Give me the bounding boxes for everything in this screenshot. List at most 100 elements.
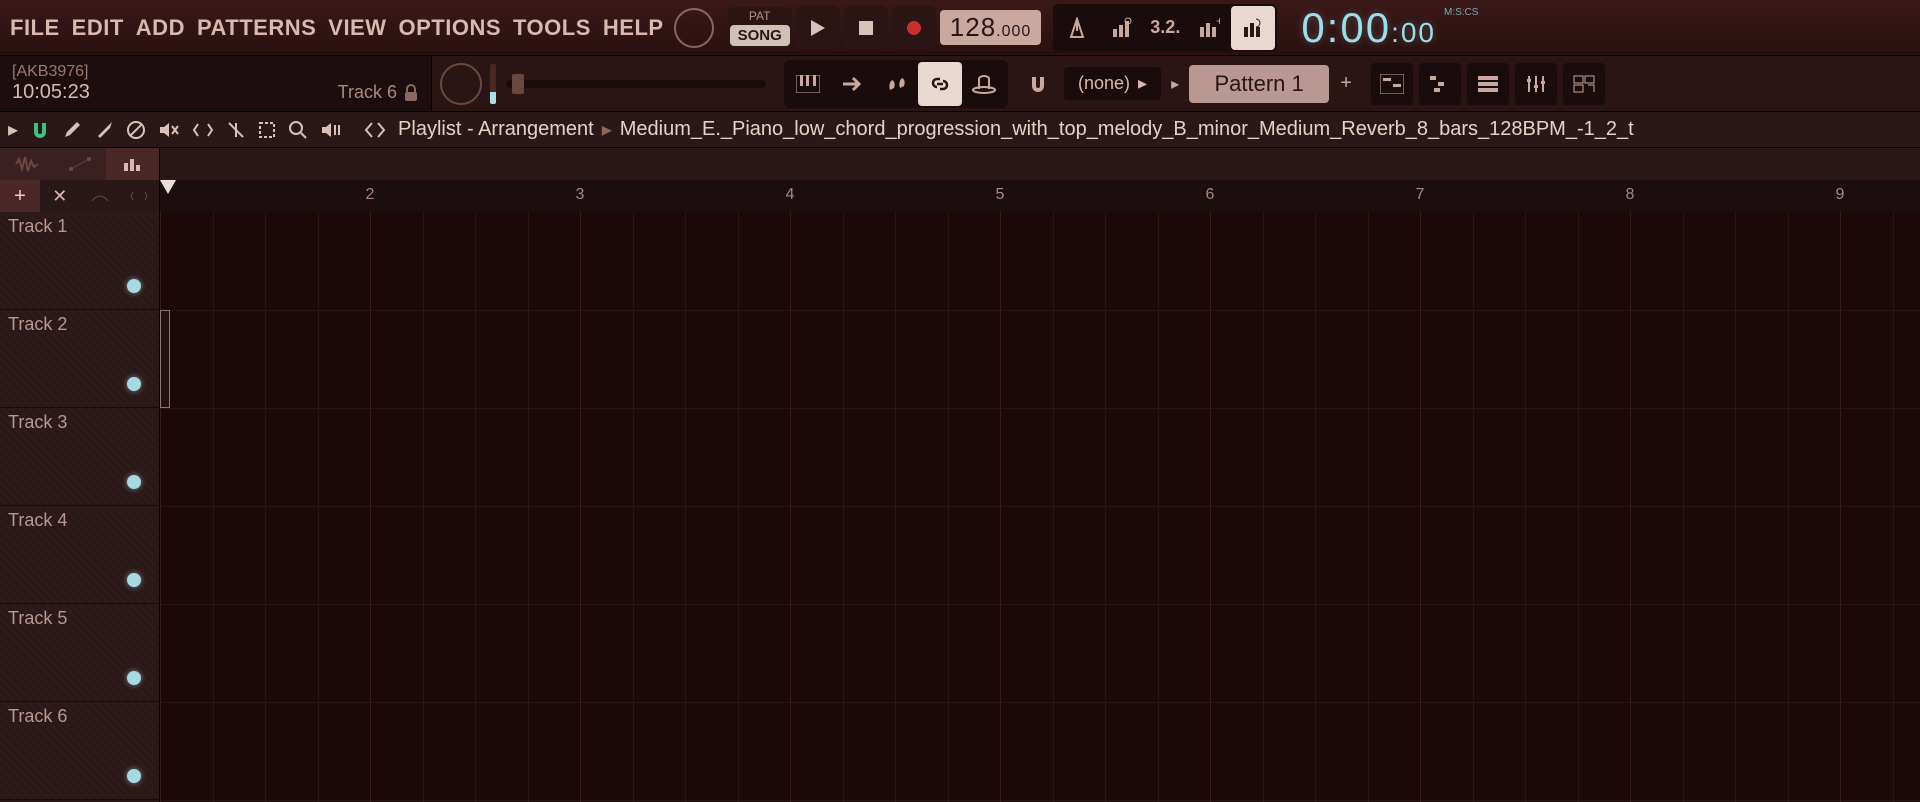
magnet-tool[interactable] — [30, 120, 50, 140]
ruler-number: 2 — [366, 186, 375, 204]
menu-file[interactable]: FILE — [10, 15, 60, 41]
menu-options[interactable]: OPTIONS — [399, 15, 502, 41]
track-header[interactable]: Track 4 — [0, 506, 159, 604]
metronome-icon — [1066, 17, 1088, 39]
footstep-icon — [886, 74, 906, 94]
track-name: Track 1 — [8, 216, 151, 237]
timeline-ruler[interactable]: 23456789 — [160, 148, 1920, 212]
tempo-int: 128 — [950, 12, 996, 42]
playlist-window-button[interactable] — [1371, 63, 1413, 105]
track-headers: Track 1 Track 2 Track 3Track 4Track 5Track… — [0, 212, 160, 802]
breadcrumb-separator-icon: ▸ — [602, 117, 612, 142]
pattern-prev-button[interactable]: ▸ — [1171, 74, 1179, 94]
pattern-selector[interactable]: Pattern 1 — [1189, 65, 1329, 103]
menu-patterns[interactable]: PATTERNS — [197, 15, 316, 41]
ruler-number: 5 — [996, 186, 1005, 204]
preview-tool[interactable] — [364, 120, 386, 140]
link-button[interactable] — [918, 62, 962, 106]
menu-tools[interactable]: TOOLS — [513, 15, 591, 41]
transport-options: 3.2. + — [1053, 4, 1277, 52]
record-button[interactable] — [892, 6, 936, 50]
song-position-display[interactable]: 0:00:00 — [1301, 4, 1436, 52]
mixer-window-button[interactable] — [1515, 63, 1557, 105]
slip-tool[interactable] — [192, 122, 214, 138]
link-icon — [929, 73, 951, 95]
main-pitch-knob[interactable] — [674, 8, 714, 48]
overdub-button[interactable]: 3.2. — [1143, 6, 1187, 50]
step-edit-button[interactable] — [1231, 6, 1275, 50]
main-volume-knob[interactable] — [440, 63, 482, 105]
main-slider[interactable] — [506, 80, 766, 88]
piano-roll-window-button[interactable] — [1419, 63, 1461, 105]
fade-tool[interactable] — [80, 180, 120, 212]
slice-tool[interactable] — [226, 120, 246, 140]
track-header[interactable]: Track 1 — [0, 212, 159, 310]
slice-icon — [226, 120, 246, 140]
track-enable-dot[interactable] — [127, 671, 141, 685]
midi-out-button[interactable] — [830, 62, 874, 106]
track-header[interactable]: Track 5 — [0, 604, 159, 702]
channel-rack-window-button[interactable] — [1467, 63, 1509, 105]
main-menu: FILE EDIT ADD PATTERNS VIEW OPTIONS TOOL… — [10, 15, 664, 41]
slip-icon — [192, 122, 214, 138]
stop-button[interactable] — [844, 6, 888, 50]
tab-audio[interactable] — [0, 148, 53, 180]
playhead-marker[interactable] — [160, 180, 176, 194]
loop-record-button[interactable]: + — [1187, 6, 1231, 50]
midi-options — [784, 60, 1008, 108]
playback-tool[interactable] — [320, 120, 342, 140]
track-enable-dot[interactable] — [127, 377, 141, 391]
step-input-button[interactable] — [874, 62, 918, 106]
mute-icon — [158, 120, 180, 140]
playlist-title[interactable]: Playlist - Arrangement — [398, 118, 594, 141]
zoom-tool[interactable] — [288, 120, 308, 140]
track-header[interactable]: Track 2 — [0, 310, 159, 408]
track-header[interactable]: Track 6 — [0, 702, 159, 800]
track-name: Track 2 — [8, 314, 151, 335]
stretch-tool[interactable] — [119, 180, 159, 212]
add-pattern-button[interactable]: + — [1333, 71, 1359, 97]
close-tool[interactable]: ✕ — [40, 180, 80, 212]
snap-selector[interactable]: (none) ▸ — [1064, 67, 1161, 100]
tab-automation[interactable] — [53, 148, 106, 180]
playlist-icon — [1380, 74, 1404, 94]
tab-pattern[interactable] — [106, 148, 159, 180]
paint-tool[interactable] — [94, 120, 114, 140]
secondary-toolbar: [AKB3976] 10:05:23 Track 6 (n — [0, 56, 1920, 112]
play-button[interactable] — [796, 6, 840, 50]
playlist-menu-button[interactable]: ▸ — [8, 117, 18, 142]
pat-song-switch[interactable]: PAT SONG — [728, 7, 792, 48]
add-track-button[interactable]: + — [0, 180, 40, 212]
draw-tool[interactable] — [62, 120, 82, 140]
menu-add[interactable]: ADD — [136, 15, 185, 41]
ruler-number: 9 — [1836, 186, 1845, 204]
menu-edit[interactable]: EDIT — [72, 15, 124, 41]
tempo-display[interactable]: 128.000 — [940, 10, 1042, 45]
track-enable-dot[interactable] — [127, 573, 141, 587]
track-header[interactable]: Track 3 — [0, 408, 159, 506]
typing-keyboard-button[interactable] — [786, 62, 830, 106]
playlist-toolbar: ▸ Playlist - Arrangement ▸ Medium_E._Pia… — [0, 112, 1920, 148]
countdown-button[interactable] — [1099, 6, 1143, 50]
metronome-button[interactable] — [1055, 6, 1099, 50]
track-enable-dot[interactable] — [127, 279, 141, 293]
delete-tool[interactable] — [126, 120, 146, 140]
clip-outline[interactable] — [160, 310, 170, 408]
track-enable-dot[interactable] — [127, 475, 141, 489]
track-enable-dot[interactable] — [127, 769, 141, 783]
pianoroll-icon — [1428, 74, 1452, 94]
live-mode-button[interactable] — [962, 62, 1006, 106]
menu-help[interactable]: HELP — [603, 15, 664, 41]
snap-magnet-button[interactable] — [1016, 62, 1060, 106]
hat-icon — [972, 74, 996, 94]
playlist-corner: + ✕ — [0, 148, 160, 212]
wait-icon — [1110, 17, 1132, 39]
select-tool[interactable] — [258, 121, 276, 139]
track-grid[interactable] — [160, 212, 1920, 802]
time-format-label: M:S:CS — [1444, 7, 1478, 18]
menu-view[interactable]: VIEW — [328, 15, 386, 41]
playlist-filename[interactable]: Medium_E._Piano_low_chord_progression_wi… — [620, 118, 1634, 141]
mute-tool[interactable] — [158, 120, 180, 140]
browser-window-button[interactable] — [1563, 63, 1605, 105]
time-main: 0:00 — [1301, 4, 1391, 52]
